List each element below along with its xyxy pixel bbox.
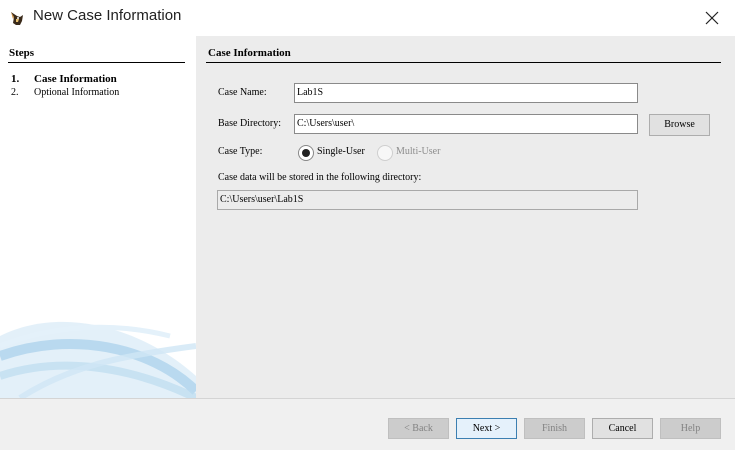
title-bar: New Case Information bbox=[0, 0, 735, 36]
single-user-radio[interactable] bbox=[298, 145, 314, 161]
step-optional-information: 2. Optional Information bbox=[11, 87, 119, 98]
storage-note: Case data will be stored in the followin… bbox=[218, 172, 422, 183]
autopsy-dog-icon bbox=[8, 9, 26, 27]
step-case-information: 1. Case Information bbox=[11, 73, 117, 85]
help-button[interactable]: Help bbox=[660, 418, 721, 439]
close-icon bbox=[705, 11, 719, 25]
case-name-input[interactable]: Lab1S bbox=[294, 83, 638, 103]
next-button[interactable]: Next > bbox=[456, 418, 517, 439]
case-name-label: Case Name: bbox=[218, 87, 267, 98]
steps-divider bbox=[8, 62, 185, 63]
steps-panel: Steps 1. Case Information 2. Optional In… bbox=[0, 36, 196, 398]
finish-button[interactable]: Finish bbox=[524, 418, 585, 439]
button-bar: < Back Next > Finish Cancel Help bbox=[0, 398, 735, 450]
multi-user-label: Multi-User bbox=[396, 146, 441, 157]
browse-button[interactable]: Browse bbox=[649, 114, 710, 136]
content-panel: Case Information Case Name: Lab1S Base D… bbox=[196, 36, 735, 398]
step-label: Optional Information bbox=[34, 87, 120, 98]
content-header: Case Information bbox=[208, 47, 291, 59]
window-title: New Case Information bbox=[33, 7, 182, 24]
cancel-button[interactable]: Cancel bbox=[592, 418, 653, 439]
step-number: 2. bbox=[11, 87, 19, 98]
content-divider bbox=[206, 62, 721, 63]
case-type-label: Case Type: bbox=[218, 146, 263, 157]
storage-path-field: C:\Users\user\Lab1S bbox=[217, 190, 638, 210]
steps-header: Steps bbox=[9, 47, 35, 59]
multi-user-radio bbox=[377, 145, 393, 161]
close-button[interactable] bbox=[695, 0, 735, 36]
step-number: 1. bbox=[11, 73, 20, 85]
base-directory-label: Base Directory: bbox=[218, 118, 282, 129]
single-user-label: Single-User bbox=[317, 146, 365, 157]
base-directory-input[interactable]: C:\Users\user\ bbox=[294, 114, 638, 134]
back-button[interactable]: < Back bbox=[388, 418, 449, 439]
step-label: Case Information bbox=[34, 73, 117, 85]
decorative-swoosh bbox=[0, 321, 196, 398]
